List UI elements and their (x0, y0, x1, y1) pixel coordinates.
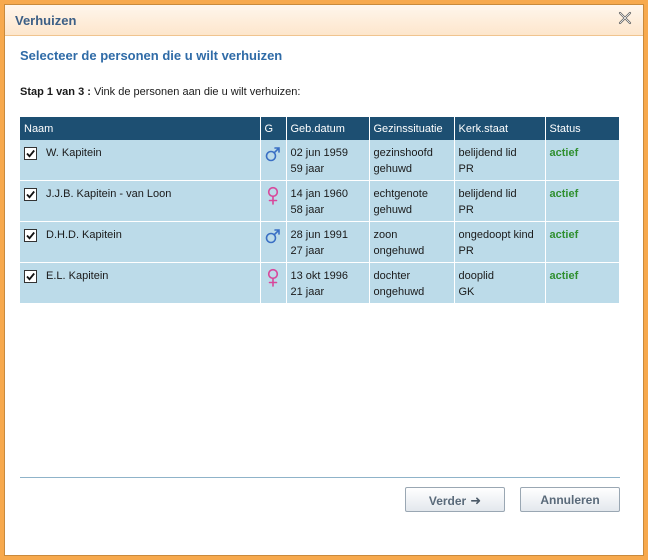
birth-date: 02 jun 1959 (290, 147, 349, 159)
column-header-naam[interactable]: Naam (20, 117, 261, 140)
row-checkbox[interactable] (24, 188, 37, 201)
row-checkbox[interactable] (24, 147, 37, 160)
step-text: Vink de personen aan die u wilt verhuize… (90, 86, 301, 98)
age: 21 jaar (290, 286, 325, 298)
church-cell: dooplid GK (454, 262, 546, 304)
page-heading: Selecteer de personen die u wilt verhuiz… (20, 48, 283, 63)
status-badge: actief (549, 147, 579, 159)
step-label: Stap 1 van 3 : (20, 86, 91, 98)
title-bar: Verhuizen (5, 5, 643, 36)
next-button[interactable]: Verder ➜ (405, 487, 505, 512)
denomination: PR (458, 163, 474, 175)
gender-cell (260, 180, 287, 222)
family-role: zoon (373, 229, 398, 241)
status-cell: actief (545, 180, 619, 222)
next-button-label: Verder (428, 494, 467, 508)
move-dialog: Verhuizen Selecteer de personen die u wi… (4, 4, 644, 556)
step-instruction: Stap 1 van 3 : Vink de personen aan die … (20, 86, 300, 98)
female-icon (264, 268, 282, 291)
male-icon (264, 229, 282, 248)
status-badge: actief (549, 229, 579, 241)
name-cell: J.J.B. Kapitein - van Loon (20, 180, 261, 222)
gender-cell (260, 221, 287, 263)
church-status: belijdend lid (458, 147, 517, 159)
marital-status: ongehuwd (373, 245, 425, 257)
person-name: E.L. Kapitein (46, 270, 109, 282)
status-badge: actief (549, 188, 579, 200)
column-header-status[interactable]: Status (545, 117, 619, 140)
row-checkbox[interactable] (24, 270, 37, 283)
marital-status: gehuwd (373, 163, 413, 175)
age: 27 jaar (290, 245, 325, 257)
family-cell: gezinshoofd gehuwd (369, 140, 455, 181)
persons-table: Naam G Geb.datum Gezinssituatie Kerk.sta… (20, 117, 619, 304)
column-header-gender[interactable]: G (260, 117, 287, 140)
male-icon (264, 147, 282, 166)
column-header-kerk-staat[interactable]: Kerk.staat (454, 117, 546, 140)
row-checkbox[interactable] (24, 229, 37, 242)
birthdate-cell: 28 jun 1991 27 jaar (286, 221, 370, 263)
column-header-geb-datum[interactable]: Geb.datum (286, 117, 370, 140)
person-name: W. Kapitein (46, 147, 102, 159)
name-cell: E.L. Kapitein (20, 262, 261, 304)
close-icon[interactable] (617, 10, 633, 26)
dialog-title: Verhuizen (15, 13, 77, 28)
marital-status: gehuwd (373, 204, 413, 216)
cancel-button[interactable]: Annuleren (520, 487, 620, 512)
status-cell: actief (545, 221, 619, 263)
marital-status: ongehuwd (373, 286, 425, 298)
table-row[interactable]: D.H.D. Kapitein 28 jun 1991 27 jaar zoon ong… (20, 221, 619, 263)
table-header-row: Naam G Geb.datum Gezinssituatie Kerk.sta… (20, 117, 619, 140)
person-name: J.J.B. Kapitein - van Loon (46, 188, 172, 200)
denomination: GK (458, 286, 475, 298)
church-status: dooplid (458, 270, 494, 282)
gender-cell (260, 262, 287, 304)
birth-date: 28 jun 1991 (290, 229, 349, 241)
person-name: D.H.D. Kapitein (46, 229, 122, 241)
denomination: PR (458, 204, 474, 216)
arrow-right-icon: ➜ (470, 493, 482, 508)
family-role: echtgenote (373, 188, 428, 200)
status-badge: actief (549, 270, 579, 282)
church-cell: belijdend lid PR (454, 180, 546, 222)
female-icon (264, 186, 282, 209)
gender-cell (260, 140, 287, 181)
age: 59 jaar (290, 163, 325, 175)
family-role: gezinshoofd (373, 147, 433, 159)
birth-date: 14 jan 1960 (290, 188, 349, 200)
cancel-button-label: Annuleren (540, 493, 600, 507)
birthdate-cell: 14 jan 1960 58 jaar (286, 180, 370, 222)
column-header-gezinssituatie[interactable]: Gezinssituatie (369, 117, 455, 140)
name-cell: W. Kapitein (20, 140, 261, 181)
family-cell: echtgenote gehuwd (369, 180, 455, 222)
name-cell: D.H.D. Kapitein (20, 221, 261, 263)
birthdate-cell: 13 okt 1996 21 jaar (286, 262, 370, 304)
table-row[interactable]: E.L. Kapitein 13 okt 1996 21 jaar dochter on… (20, 262, 619, 304)
denomination: PR (458, 245, 474, 257)
church-cell: belijdend lid PR (454, 140, 546, 181)
family-role: dochter (373, 270, 411, 282)
church-cell: ongedoopt kind PR (454, 221, 546, 263)
family-cell: zoon ongehuwd (369, 221, 455, 263)
birth-date: 13 okt 1996 (290, 270, 349, 282)
status-cell: actief (545, 262, 619, 304)
family-cell: dochter ongehuwd (369, 262, 455, 304)
status-cell: actief (545, 140, 619, 181)
table-row[interactable]: W. Kapitein 02 jun 1959 59 jaar gezinshoofd… (20, 140, 619, 181)
age: 58 jaar (290, 204, 325, 216)
footer-divider (20, 477, 620, 478)
birthdate-cell: 02 jun 1959 59 jaar (286, 140, 370, 181)
table-row[interactable]: J.J.B. Kapitein - van Loon 14 jan 1960 58 … (20, 180, 619, 222)
church-status: belijdend lid (458, 188, 517, 200)
church-status: ongedoopt kind (458, 229, 534, 241)
